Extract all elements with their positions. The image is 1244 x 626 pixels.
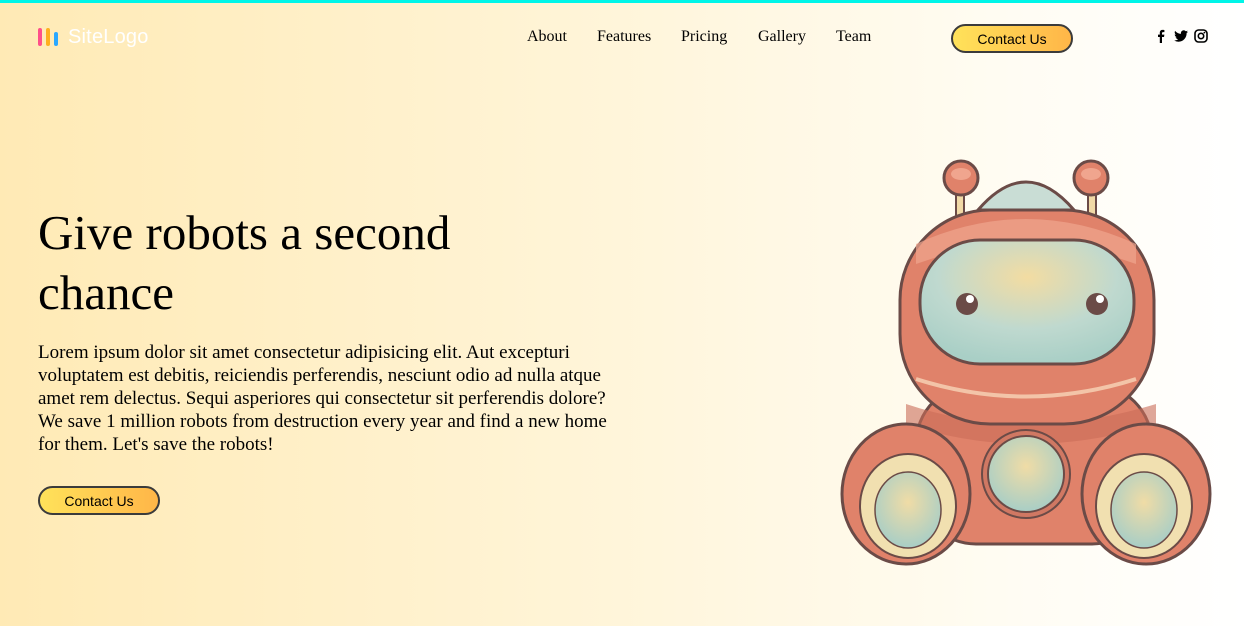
- nav-gallery[interactable]: Gallery: [758, 28, 806, 46]
- hero-title: Give robots a second chance: [38, 205, 451, 320]
- facebook-icon[interactable]: [1154, 29, 1168, 43]
- instagram-icon[interactable]: [1194, 29, 1208, 43]
- hero-description: Lorem ipsum dolor sit amet consectetur a…: [38, 342, 607, 455]
- nav-team[interactable]: Team: [836, 28, 871, 46]
- nav-pricing[interactable]: Pricing: [681, 28, 727, 46]
- robot-illustration: [840, 159, 1212, 566]
- nav-about[interactable]: About: [527, 28, 567, 46]
- logo-bars-icon: [38, 26, 62, 48]
- twitter-icon[interactable]: [1174, 29, 1188, 43]
- header-contact-button[interactable]: Contact Us: [951, 24, 1073, 53]
- logo-text: SiteLogo: [68, 25, 149, 48]
- hero-contact-button[interactable]: Contact Us: [38, 486, 160, 515]
- site-logo[interactable]: SiteLogo: [38, 24, 149, 50]
- social-links: [1154, 29, 1208, 43]
- top-accent-line: [0, 0, 1244, 3]
- nav-features[interactable]: Features: [597, 28, 651, 46]
